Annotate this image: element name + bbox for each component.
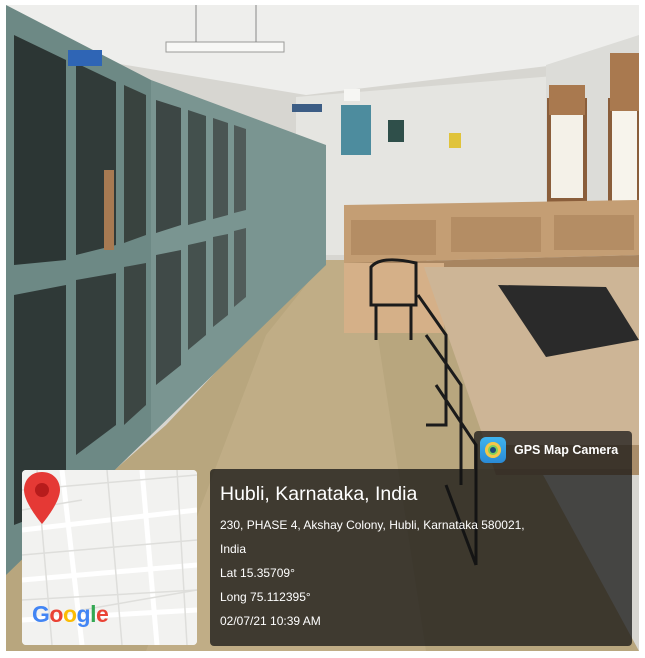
badge-label: GPS Map Camera: [514, 443, 619, 457]
gps-map-camera-badge: GPS Map Camera: [474, 431, 632, 469]
ceiling-light: [344, 89, 360, 101]
location-info-panel: Hubli, Karnataka, India 230, PHASE 4, Ak…: [210, 469, 632, 646]
wall-poster: [341, 105, 371, 155]
timestamp: 02/07/21 10:39 AM: [220, 614, 321, 628]
map-pin-icon: [24, 472, 60, 524]
longitude: Long 75.112395°: [220, 590, 311, 604]
wall-sign: [449, 133, 461, 148]
gps-map-camera-icon: [480, 437, 506, 463]
place-title: Hubli, Karnataka, India: [220, 483, 418, 505]
map-thumbnail: Google: [22, 470, 197, 645]
library-photo: GPS Map Camera Hubli, Karnataka, India 2…: [6, 5, 639, 651]
address-line-2: India: [220, 542, 247, 556]
ceiling-light: [165, 41, 285, 53]
address-line-1: 230, PHASE 4, Akshay Colony, Hubli, Karn…: [220, 518, 525, 532]
google-logo: Google: [32, 601, 109, 627]
latitude: Lat 15.35709°: [220, 566, 295, 580]
wall-sign: [292, 104, 322, 112]
wall-poster: [388, 120, 404, 142]
